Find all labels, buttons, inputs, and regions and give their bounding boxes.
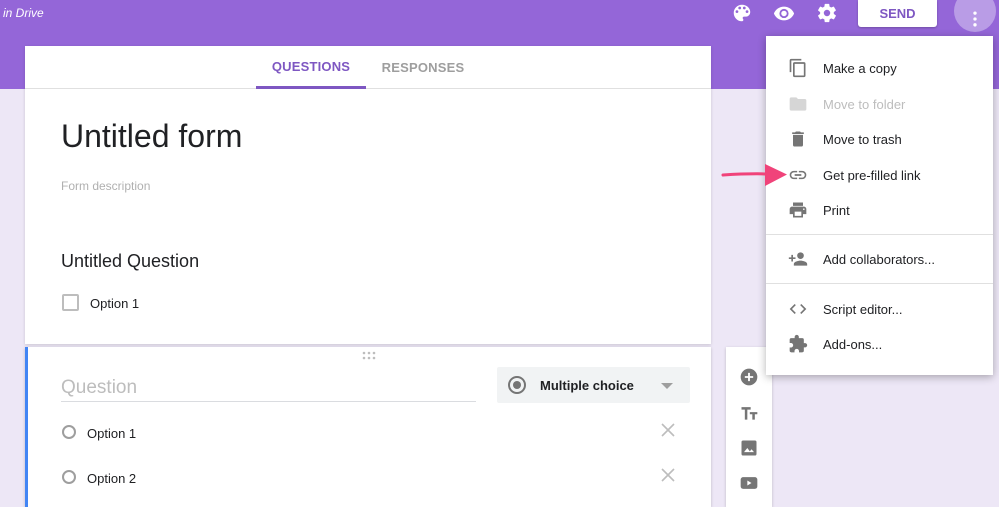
form-header-card: QUESTIONS RESPONSES Untitled form Form d…: [25, 46, 711, 344]
question-title[interactable]: Untitled Question: [61, 251, 199, 272]
menu-item-get-prefilled-link[interactable]: Get pre-filled link: [766, 158, 993, 192]
close-icon[interactable]: [661, 423, 675, 437]
menu-item-add-ons[interactable]: Add-ons...: [766, 327, 993, 361]
video-icon[interactable]: [739, 473, 759, 493]
menu-divider: [766, 234, 993, 235]
more-vert-icon: [973, 11, 977, 27]
eye-icon[interactable]: [773, 2, 795, 24]
tab-responses[interactable]: RESPONSES: [377, 46, 469, 89]
menu-item-label: Get pre-filled link: [823, 168, 921, 183]
option-label[interactable]: Option 1: [87, 426, 136, 441]
send-button[interactable]: SEND: [858, 0, 937, 27]
option-radio: [62, 425, 76, 439]
question-option-label[interactable]: Option 1: [90, 296, 139, 311]
link-icon: [789, 170, 807, 180]
menu-item-move-to-trash[interactable]: Move to trash: [766, 122, 993, 156]
radio-button-icon: [508, 376, 526, 394]
gear-icon[interactable]: [816, 2, 838, 24]
puzzle-icon: [789, 334, 808, 353]
option-checkbox[interactable]: [62, 294, 79, 311]
question-edit-card: Question Multiple choice Option 1 Option…: [25, 347, 711, 507]
title-text-icon[interactable]: [739, 403, 759, 423]
add-question-icon[interactable]: [739, 367, 759, 387]
menu-item-label: Make a copy: [823, 61, 897, 76]
question-type-label: Multiple choice: [540, 378, 634, 393]
menu-item-print[interactable]: Print: [766, 193, 993, 227]
trash-icon: [792, 131, 804, 147]
annotation-arrow-icon: [721, 164, 787, 186]
image-icon[interactable]: [739, 438, 759, 458]
print-icon: [789, 202, 807, 218]
menu-divider: [766, 283, 993, 284]
chevron-down-icon: [661, 383, 673, 389]
menu-item-move-to-folder[interactable]: Move to folder: [766, 87, 993, 121]
more-options-button[interactable]: [954, 0, 996, 32]
menu-item-script-editor[interactable]: Script editor...: [766, 292, 993, 326]
menu-item-label: Move to folder: [823, 97, 906, 112]
drive-status-label: in Drive: [3, 6, 44, 20]
drag-handle-icon[interactable]: [362, 351, 378, 361]
question-input[interactable]: Question: [61, 377, 476, 402]
option-label[interactable]: Option 2: [87, 471, 136, 486]
tab-questions[interactable]: QUESTIONS: [256, 46, 366, 89]
menu-item-label: Move to trash: [823, 132, 902, 147]
option-radio: [62, 470, 76, 484]
menu-item-label: Script editor...: [823, 302, 903, 317]
menu-item-make-copy[interactable]: Make a copy: [766, 51, 993, 85]
code-icon: [789, 304, 807, 314]
form-description-field[interactable]: Form description: [61, 179, 150, 193]
folder-icon: [789, 97, 807, 111]
tab-bar: QUESTIONS RESPONSES: [25, 46, 711, 89]
copy-icon: [789, 58, 806, 78]
menu-item-label: Print: [823, 203, 850, 218]
menu-item-label: Add collaborators...: [823, 252, 936, 267]
add-people-icon: [788, 252, 808, 266]
form-title[interactable]: Untitled form: [61, 118, 242, 155]
menu-item-label: Add-ons...: [823, 337, 883, 352]
more-options-menu: Make a copy Move to folder Move to trash…: [766, 36, 993, 375]
palette-icon[interactable]: [731, 2, 753, 24]
menu-item-add-collaborators[interactable]: Add collaborators...: [766, 242, 993, 276]
question-type-dropdown[interactable]: Multiple choice: [497, 367, 690, 403]
close-icon[interactable]: [661, 468, 675, 482]
